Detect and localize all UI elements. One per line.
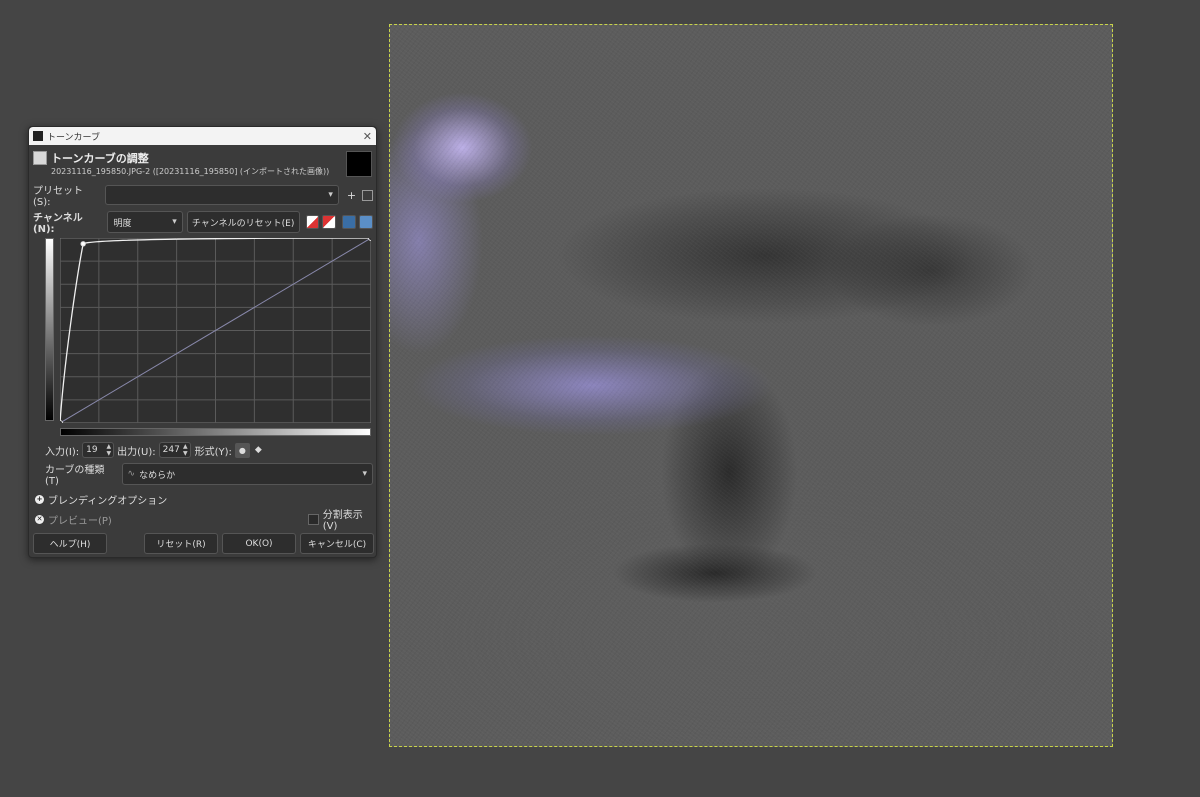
curve-type-combo[interactable]: ∿ なめらか ▾ [121,463,373,485]
channel-label: チャンネル(N): [33,213,83,235]
menu-icon[interactable] [362,189,374,201]
gimp-app-icon [33,131,43,141]
smooth-curve-icon[interactable] [342,215,357,229]
image-name: 20231116_195850.JPG-2 ([20231116_195850]… [51,167,330,176]
blending-expander[interactable]: + ブレンディングオプション [35,492,168,507]
input-spinner[interactable]: 19 ▲ ▼ [82,442,115,458]
output-spinner[interactable]: 247 ▲ ▼ [158,442,191,458]
smooth-point-icon[interactable]: ● [234,442,250,458]
type-label: 形式(Y): [194,446,232,458]
output-gradient-bar [45,238,54,421]
input-gradient-bar [60,428,371,436]
close-icon[interactable]: ✕ [363,130,372,143]
split-view-toggle[interactable]: 分割表示(V) [308,510,376,532]
dialog-titlebar[interactable]: トーンカーブ ✕ [29,127,376,145]
spinner-arrows-icon[interactable]: ▲ ▼ [107,443,112,457]
curve-control-point[interactable] [80,241,86,247]
cancel-button[interactable]: キャンセル(C) [300,533,374,554]
preview-checked-icon: ✕ [35,514,44,524]
blending-label: ブレンディングオプション [48,495,168,507]
split-label: 分割表示(V) [322,510,363,532]
corner-point-icon[interactable]: ◆ [255,445,262,455]
dialog-header: トーンカーブの調整 20231116_195850.JPG-2 ([202311… [29,145,376,183]
curves-dialog: トーンカーブ ✕ トーンカーブの調整 20231116_195850.JPG-2… [28,126,377,558]
image-canvas[interactable] [389,24,1113,747]
chevron-down-icon: ▾ [172,217,177,227]
window-title: トーンカーブ [47,132,101,143]
corner-point-icon[interactable] [359,215,374,229]
smooth-curve-icon: ∿ [127,469,136,479]
expand-icon: + [35,494,44,504]
split-view-checkbox [308,513,319,525]
preset-label: プリセット(S): [33,186,83,208]
reset-button[interactable]: リセット(R) [144,533,218,554]
dialog-title: トーンカーブの調整 [51,152,149,165]
spinner-arrows-icon[interactable]: ▲ ▼ [183,443,188,457]
curve-editor[interactable] [60,238,371,423]
ok-button[interactable]: OK(O) [222,533,296,554]
chevron-down-icon: ▾ [362,469,367,479]
image-thumbnail [346,151,372,177]
reset-channel-button[interactable]: チャンネルのリセット(E) [186,211,300,233]
output-value: 247 [162,445,180,455]
preview-label: プレビュー(P) [48,515,112,527]
output-label: 出力(U): [117,446,156,458]
input-label: 入力(I): [45,446,80,458]
chevron-down-icon: ▾ [328,190,333,200]
linear-histogram-icon[interactable] [305,215,320,229]
channel-combo[interactable]: 明度 ▾ [107,211,183,233]
channel-value: 明度 [113,218,132,229]
log-histogram-icon[interactable] [322,215,337,229]
help-button[interactable]: ヘルプ(H) [33,533,107,554]
image-texture [390,25,1112,746]
plus-icon[interactable]: + [347,189,356,202]
curves-tool-icon [33,151,47,165]
input-value: 19 [86,445,98,455]
curve-type-value: なめらか [139,470,176,481]
preset-combo[interactable]: ▾ [105,185,339,205]
curve-type-label: カーブの種類(T) [45,465,105,487]
preview-toggle[interactable]: ✕ プレビュー(P) [35,512,112,527]
